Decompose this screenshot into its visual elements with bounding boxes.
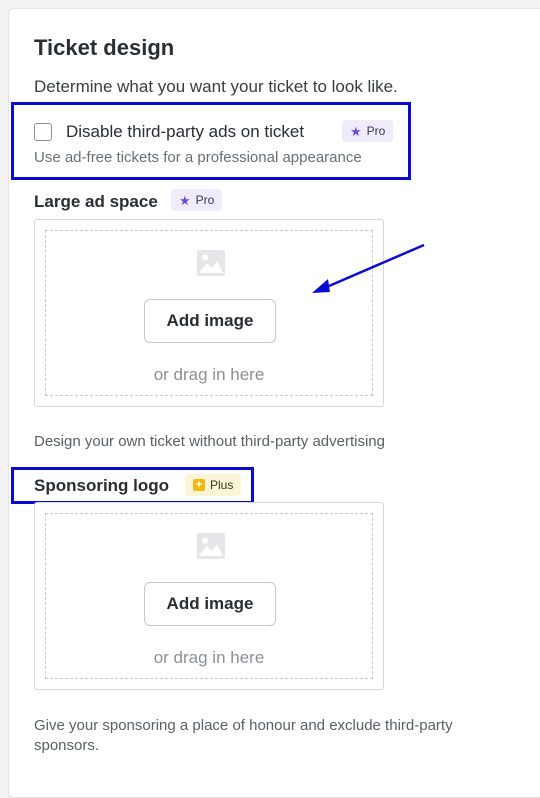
disable-ads-help: Use ad-free tickets for a professional a… — [34, 149, 362, 166]
image-icon — [197, 533, 225, 559]
large-ad-space-label: Large ad space — [34, 192, 158, 211]
plus-badge-label: Plus — [210, 478, 234, 492]
disable-ads-label[interactable]: Disable third-party ads on ticket — [66, 122, 304, 142]
image-icon — [197, 250, 225, 276]
section-subtitle: Determine what you want your ticket to l… — [34, 77, 398, 96]
annotation-arrow — [312, 243, 425, 293]
drag-hint: or drag in here — [153, 365, 265, 384]
pro-badge-label: Pro — [366, 124, 386, 138]
drop-zone[interactable]: Add image or drag in here — [45, 513, 373, 679]
sponsoring-logo-help: Give your sponsoring a place of honour a… — [34, 717, 453, 754]
add-image-button[interactable]: Add image — [144, 299, 276, 343]
drag-hint: or drag in here — [153, 648, 265, 667]
sponsoring-logo-upload-area[interactable]: Add image or drag in here — [34, 502, 384, 690]
pro-badge: ★ Pro — [171, 189, 223, 211]
sponsoring-logo-label: Sponsoring logo — [34, 476, 170, 495]
add-image-button[interactable]: Add image — [144, 582, 276, 626]
plus-badge: + Plus — [185, 474, 242, 496]
plus-square-icon: + — [193, 479, 205, 491]
large-ad-help: Design your own ticket without third-par… — [34, 433, 385, 450]
star-icon: ★ — [179, 192, 191, 208]
disable-ads-checkbox[interactable] — [34, 123, 52, 141]
pro-badge-label: Pro — [195, 193, 215, 207]
pro-badge: ★ Pro — [342, 120, 394, 142]
section-title: Ticket design — [34, 35, 175, 60]
star-icon: ★ — [350, 123, 362, 139]
